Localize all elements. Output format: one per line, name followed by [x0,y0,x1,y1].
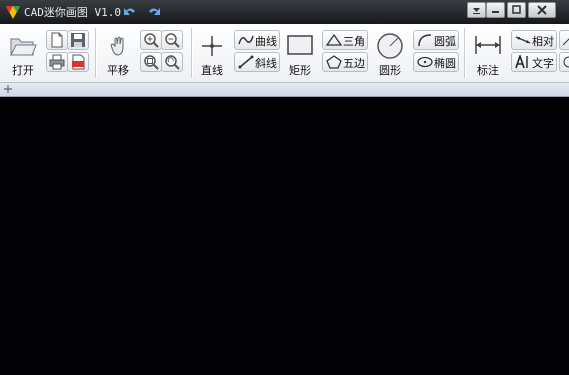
text-icon [515,55,528,69]
pentagon-icon [326,55,342,69]
relative-button[interactable]: 相对 [511,30,557,50]
overflow-tool-button-2[interactable] [559,52,569,72]
print-button[interactable] [46,52,68,72]
window-title: CAD迷你画图 V1.0 [24,6,121,19]
menu-dropdown-button[interactable] [467,2,486,18]
circle-icon [377,33,403,59]
zoom-window-icon [144,55,159,70]
zoom-in-button[interactable] [140,30,162,50]
title-bar: CAD迷你画图 V1.0 [0,0,569,24]
new-file-icon [51,32,63,48]
document-tab-strip [0,83,569,97]
close-button[interactable] [528,2,556,18]
open-label: 打开 [12,64,34,77]
rectangle-label: 矩形 [289,64,311,77]
circle-label: 圆形 [379,64,401,77]
separator [464,28,465,78]
redo-icon[interactable] [145,3,163,21]
arc-label: 圆弧 [434,35,456,48]
chevron-down-icon [473,8,480,14]
drawing-canvas[interactable] [0,97,569,375]
save-icon [71,33,85,47]
add-tab-icon[interactable] [3,84,13,94]
zoom-in-icon [144,33,159,48]
toolbar: 打开 平移 直线 曲线 斜线 矩形 三角 五边 圆形 圆弧 椭圆 标注 相对 文… [0,24,569,83]
folder-open-icon [10,38,37,56]
minimize-icon [492,11,499,13]
dimension-label: 标注 [477,64,499,77]
relative-label: 相对 [532,35,554,48]
line-button[interactable]: 直线 [196,24,228,82]
pentagon-label: 五边 [343,57,365,70]
app-logo-icon [6,6,20,19]
rectangle-icon [287,35,313,55]
ellipse-button[interactable]: 椭圆 [413,52,459,72]
rectangle-button[interactable]: 矩形 [283,24,317,82]
save-button[interactable] [67,30,89,50]
relative-dimension-icon [515,36,531,44]
hand-pan-icon [110,36,124,56]
pan-button[interactable]: 平移 [101,24,135,82]
triangle-button[interactable]: 三角 [322,30,368,50]
ellipse-label: 椭圆 [434,57,456,70]
arc-button[interactable]: 圆弧 [413,30,459,50]
zoom-out-button[interactable] [161,30,183,50]
close-icon [537,5,547,15]
circle-button[interactable]: 圆形 [372,24,408,82]
line-label: 直线 [201,64,223,77]
zoom-window-button[interactable] [140,52,162,72]
triangle-label: 三角 [343,35,365,48]
printer-icon [49,54,65,70]
angle-icon [562,38,569,46]
pdf-icon [72,54,85,70]
curve-label: 曲线 [255,35,277,48]
text-button[interactable]: 文字 [511,52,557,72]
minimize-button[interactable] [486,2,505,18]
slant-line-icon [238,55,254,69]
crosshair-icon [202,36,222,56]
new-button[interactable] [46,30,68,50]
zoom-refresh-button[interactable] [161,52,183,72]
pan-label: 平移 [107,64,129,77]
curve-icon [238,35,254,45]
curve-button[interactable]: 曲线 [234,30,280,50]
maximize-icon [512,5,521,14]
dimension-icon [475,36,501,54]
ellipse-icon [417,56,433,68]
export-pdf-button[interactable] [67,52,89,72]
text-label: 文字 [532,57,554,70]
zoom-out-icon [165,33,180,48]
slant-line-button[interactable]: 斜线 [234,52,280,72]
separator [95,28,96,78]
zoom-refresh-icon [165,55,180,70]
undo-icon[interactable] [121,3,139,21]
dimension-button[interactable]: 标注 [470,24,506,82]
slant-line-label: 斜线 [255,57,277,70]
overflow-tool-button[interactable] [559,30,569,50]
pentagon-button[interactable]: 五边 [322,52,368,72]
separator [191,28,192,78]
maximize-button[interactable] [507,2,526,18]
refresh-icon [563,56,569,68]
triangle-icon [326,33,342,46]
open-button[interactable]: 打开 [4,24,42,82]
arc-icon [418,34,432,47]
